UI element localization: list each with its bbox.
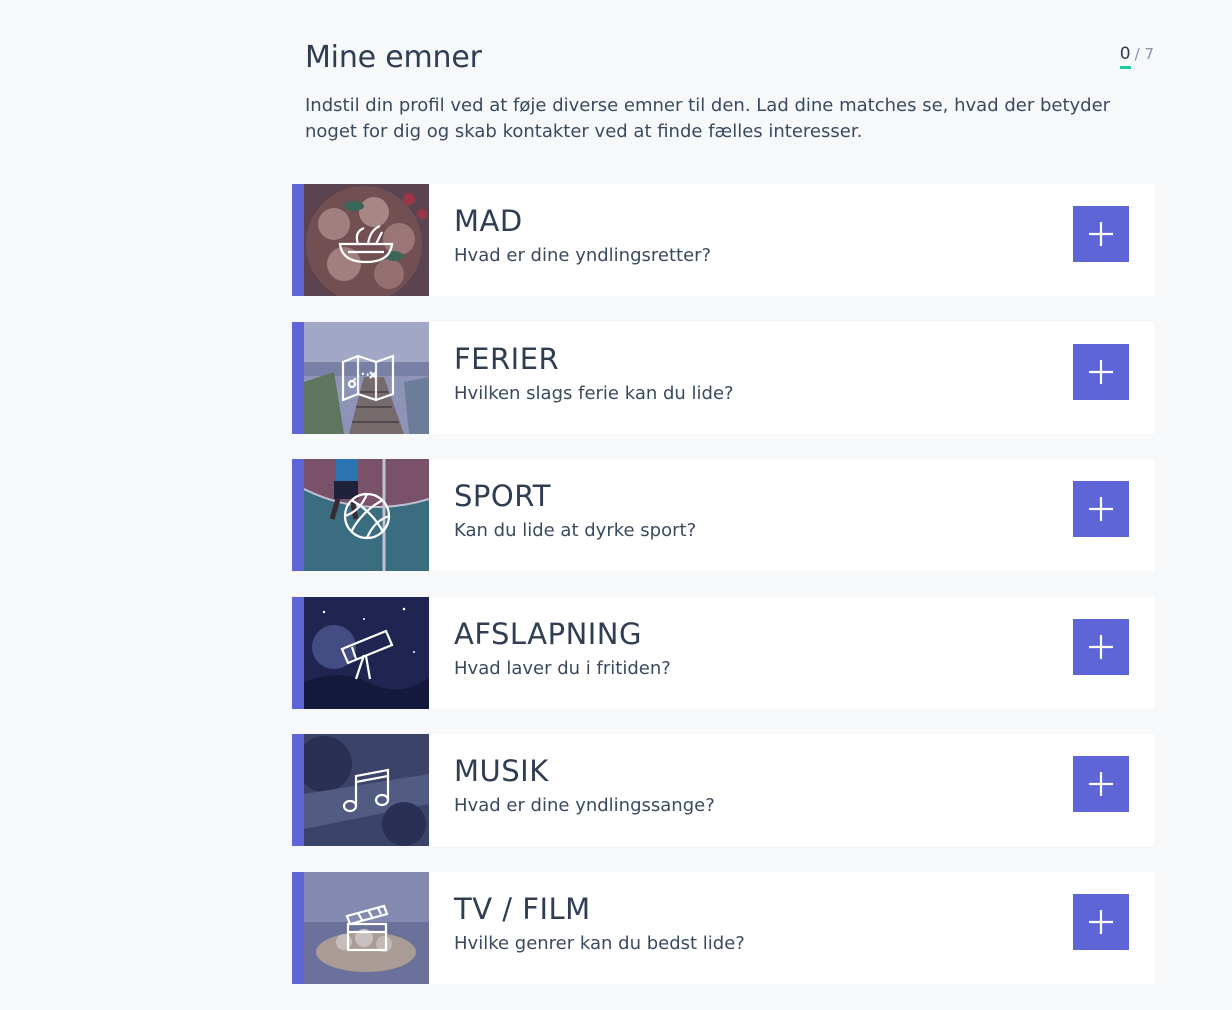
page-intro: Indstil din profil ved at føje diverse e… xyxy=(305,95,1111,142)
plus-icon xyxy=(1089,634,1113,659)
topic-title: SPORT xyxy=(454,479,551,514)
telescope-icon xyxy=(338,625,394,681)
plus-icon xyxy=(1089,222,1113,246)
topic-accent-bar xyxy=(292,596,304,709)
page-title: Mine emner xyxy=(305,40,482,75)
add-topic-button[interactable] xyxy=(1073,206,1129,262)
topic-accent-bar xyxy=(292,459,304,572)
topic-accent-bar xyxy=(292,734,304,847)
add-topic-button[interactable] xyxy=(1073,343,1129,400)
add-topic-button[interactable] xyxy=(1073,756,1129,813)
topic-counter-total: / 7 xyxy=(1134,45,1154,63)
topic-title: TV / FILM xyxy=(454,891,591,926)
topic-card-mad[interactable]: MAD Hvad er dine yndlingsretter? xyxy=(292,184,1154,296)
plus-icon xyxy=(1089,909,1113,934)
topic-question: Kan du lide at dyrke sport? xyxy=(454,520,697,542)
topic-counter-current: 0 xyxy=(1119,44,1131,69)
plus-icon xyxy=(1089,497,1113,522)
topic-question: Hvilke genrer kan du bedst lide? xyxy=(454,932,745,954)
topic-title: AFSLAPNING xyxy=(454,616,642,651)
topic-accent-bar xyxy=(292,871,304,984)
add-topic-button[interactable] xyxy=(1073,618,1129,675)
topic-question: Hvad er dine yndlingsretter? xyxy=(454,245,712,266)
topic-title: FERIER xyxy=(454,341,560,376)
add-topic-button[interactable] xyxy=(1073,481,1129,538)
salad-bowl-icon xyxy=(336,218,396,268)
topic-card-ferier[interactable]: FERIER Hvilken slags ferie kan du lide? xyxy=(292,321,1154,434)
topic-question: Hvad laver du i fritiden? xyxy=(454,657,671,679)
topic-card-sport[interactable]: SPORT Kan du lide at dyrke sport? xyxy=(292,459,1154,572)
add-topic-button[interactable] xyxy=(1073,893,1129,950)
topic-question: Hvad er dine yndlingssange? xyxy=(454,795,715,817)
music-note-icon xyxy=(342,766,392,816)
treasure-map-icon xyxy=(340,352,396,404)
clapperboard-icon xyxy=(344,902,390,952)
topic-card-musik[interactable]: MUSIK Hvad er dine yndlingssange? xyxy=(292,734,1154,847)
topic-card-tv-film[interactable]: TV / FILM Hvilke genrer kan du bedst lid… xyxy=(292,871,1154,984)
topic-list: MAD Hvad er dine yndlingsretter? FERIER … xyxy=(292,184,1154,1010)
plus-icon xyxy=(1089,359,1113,384)
topic-counter: 0/ 7 xyxy=(1119,44,1154,69)
topic-question: Hvilken slags ferie kan du lide? xyxy=(454,382,734,404)
topic-title: MUSIK xyxy=(454,754,549,789)
topic-accent-bar xyxy=(292,184,304,296)
topic-accent-bar xyxy=(292,321,304,434)
topic-card-afslapning[interactable]: AFSLAPNING Hvad laver du i fritiden? xyxy=(292,596,1154,709)
plus-icon xyxy=(1089,772,1113,797)
topic-title: MAD xyxy=(454,204,523,238)
basketball-icon xyxy=(342,491,392,541)
